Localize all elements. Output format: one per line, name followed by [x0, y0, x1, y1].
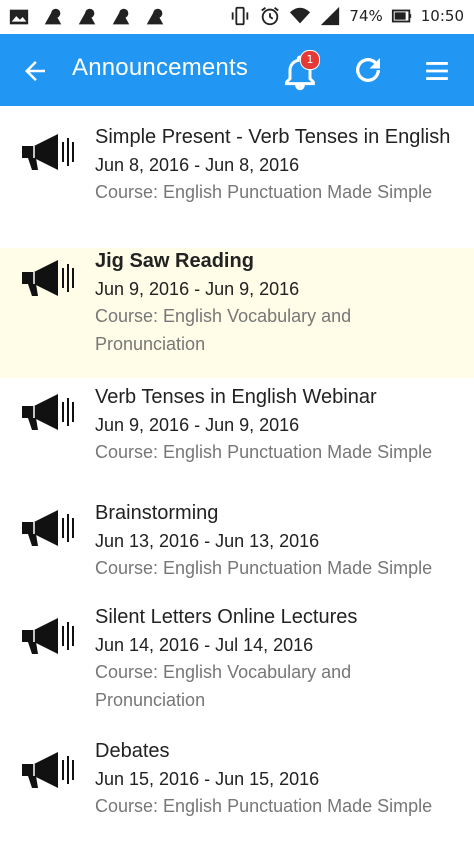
announcement-dates: Jun 9, 2016 - Jun 9, 2016 — [95, 279, 300, 299]
megaphone-icon — [22, 618, 74, 654]
announcement-course: Course: English Vocabulary and Pronuncia… — [95, 662, 352, 710]
announcement-course: Course: English Punctuation Made Simple — [95, 442, 433, 462]
notification-icon — [146, 8, 164, 25]
alarm-icon — [261, 7, 280, 26]
megaphone-icon — [22, 260, 74, 296]
announcement-dates: Jun 13, 2016 - Jun 13, 2016 — [95, 531, 320, 551]
battery-percent: 74% — [349, 7, 383, 25]
announcement-title: Brainstorming — [95, 502, 219, 524]
announcement-dates: Jun 8, 2016 - Jun 8, 2016 — [95, 155, 300, 175]
announcement-course: Course: English Punctuation Made Simple — [95, 796, 433, 816]
announcement-title: Silent Letters Online Lectures — [95, 606, 358, 628]
announcement-dates: Jun 15, 2016 - Jun 15, 2016 — [95, 769, 320, 789]
announcement-title: Simple Present - Verb Tenses in English — [95, 126, 451, 148]
refresh-icon[interactable] — [350, 52, 386, 88]
megaphone-icon — [22, 510, 74, 546]
announcement-course: Course: English Vocabulary and Pronuncia… — [95, 306, 352, 354]
hamburger-menu-icon[interactable] — [424, 58, 450, 84]
notification-icon — [112, 8, 130, 25]
announcement-item[interactable]: Debates Jun 15, 2016 - Jun 15, 2016 Cour… — [0, 738, 474, 842]
gallery-icon — [9, 9, 29, 25]
megaphone-icon — [22, 394, 74, 430]
announcement-course: Course: English Punctuation Made Simple — [95, 182, 433, 202]
announcement-item[interactable]: Simple Present - Verb Tenses in English … — [0, 106, 474, 248]
clock: 10:50 — [420, 7, 464, 25]
vibrate-icon — [232, 6, 249, 26]
announcement-list: Simple Present - Verb Tenses in English … — [0, 106, 474, 842]
megaphone-icon — [22, 752, 74, 788]
announcement-item[interactable]: Verb Tenses in English Webinar Jun 9, 20… — [0, 378, 474, 498]
announcement-dates: Jun 14, 2016 - Jul 14, 2016 — [95, 635, 314, 655]
announcement-course: Course: English Punctuation Made Simple — [95, 558, 433, 578]
app-bar: Announcements 1 — [0, 34, 474, 106]
notification-icon — [78, 8, 96, 25]
notification-badge: 1 — [300, 50, 320, 70]
announcement-dates: Jun 9, 2016 - Jun 9, 2016 — [95, 415, 300, 435]
announcement-item[interactable]: Jig Saw Reading Jun 9, 2016 - Jun 9, 201… — [0, 248, 474, 378]
battery-icon — [391, 9, 411, 23]
announcement-item[interactable]: Brainstorming Jun 13, 2016 - Jun 13, 201… — [0, 498, 474, 602]
back-arrow-icon[interactable] — [20, 56, 50, 86]
signal-icon — [321, 6, 340, 26]
status-bar: 74% 10:50 — [0, 0, 474, 34]
wifi-icon — [290, 7, 311, 24]
page-title: Announcements — [72, 54, 249, 81]
notification-icon — [44, 8, 62, 25]
announcement-title: Debates — [95, 740, 170, 762]
announcement-title: Verb Tenses in English Webinar — [95, 386, 377, 408]
announcement-item[interactable]: Silent Letters Online Lectures Jun 14, 2… — [0, 602, 474, 738]
megaphone-icon — [22, 134, 74, 170]
announcement-title: Jig Saw Reading — [95, 250, 254, 272]
